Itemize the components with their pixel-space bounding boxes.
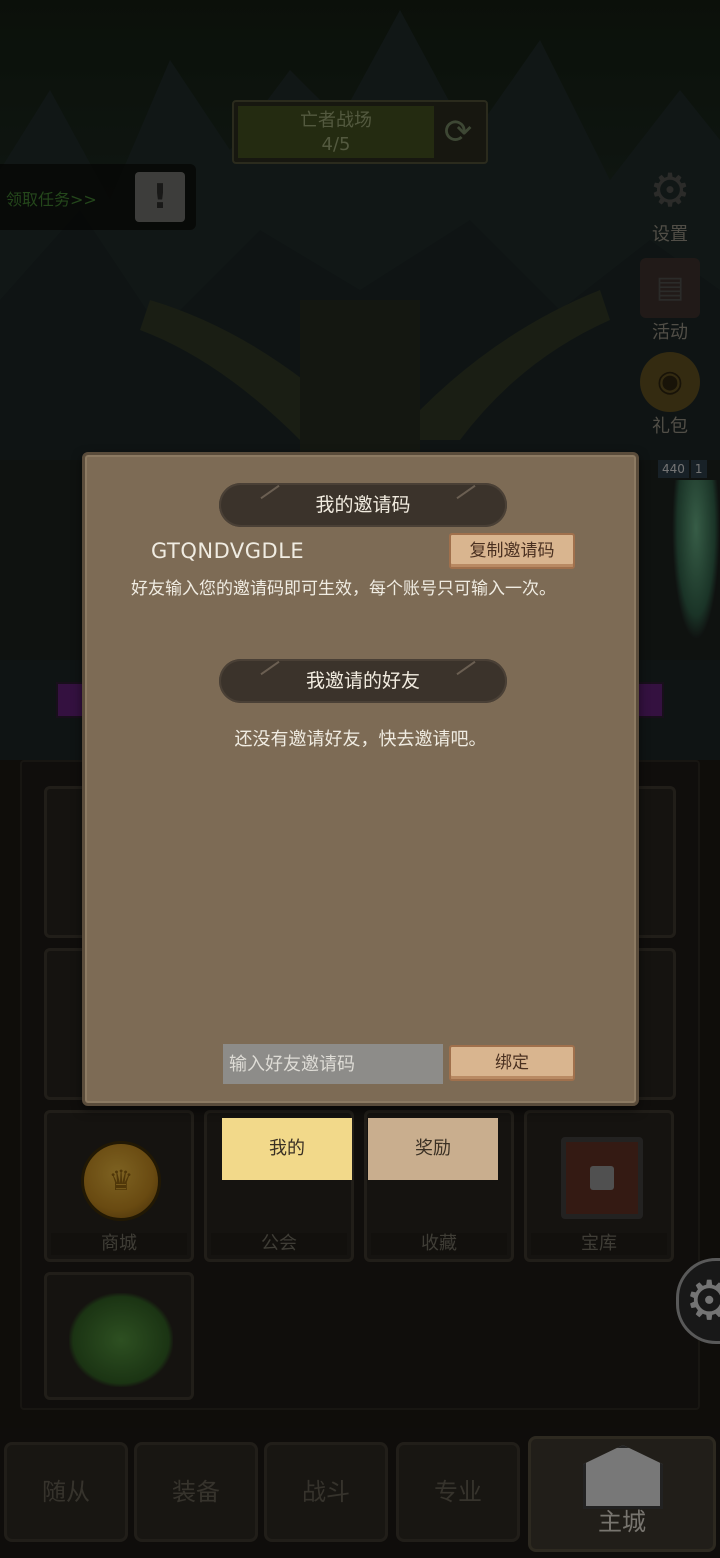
tab-rewards-label: 奖励	[415, 1138, 451, 1159]
bind-button[interactable]: 绑定	[449, 1045, 575, 1081]
tab-rewards[interactable]: 奖励	[368, 1118, 498, 1180]
copy-invite-code-button[interactable]: 复制邀请码	[449, 533, 575, 569]
invited-friends-title: 我邀请的好友	[219, 659, 507, 703]
invite-code-value: GTQNDVGDLE	[151, 539, 305, 563]
tab-mine-label: 我的	[269, 1138, 305, 1159]
my-invite-code-title: 我的邀请码	[219, 483, 507, 527]
no-friends-text: 还没有邀请好友，快去邀请吧。	[234, 729, 487, 750]
invite-dialog: 我的邀请码 GTQNDVGDLE 复制邀请码 好友输入您的邀请码即可生效，每个账…	[82, 452, 639, 1106]
friend-code-input[interactable]	[223, 1044, 443, 1084]
invite-hint-text: 好友输入您的邀请码即可生效，每个账号只可输入一次。	[131, 579, 556, 599]
tab-mine[interactable]: 我的	[222, 1118, 352, 1180]
